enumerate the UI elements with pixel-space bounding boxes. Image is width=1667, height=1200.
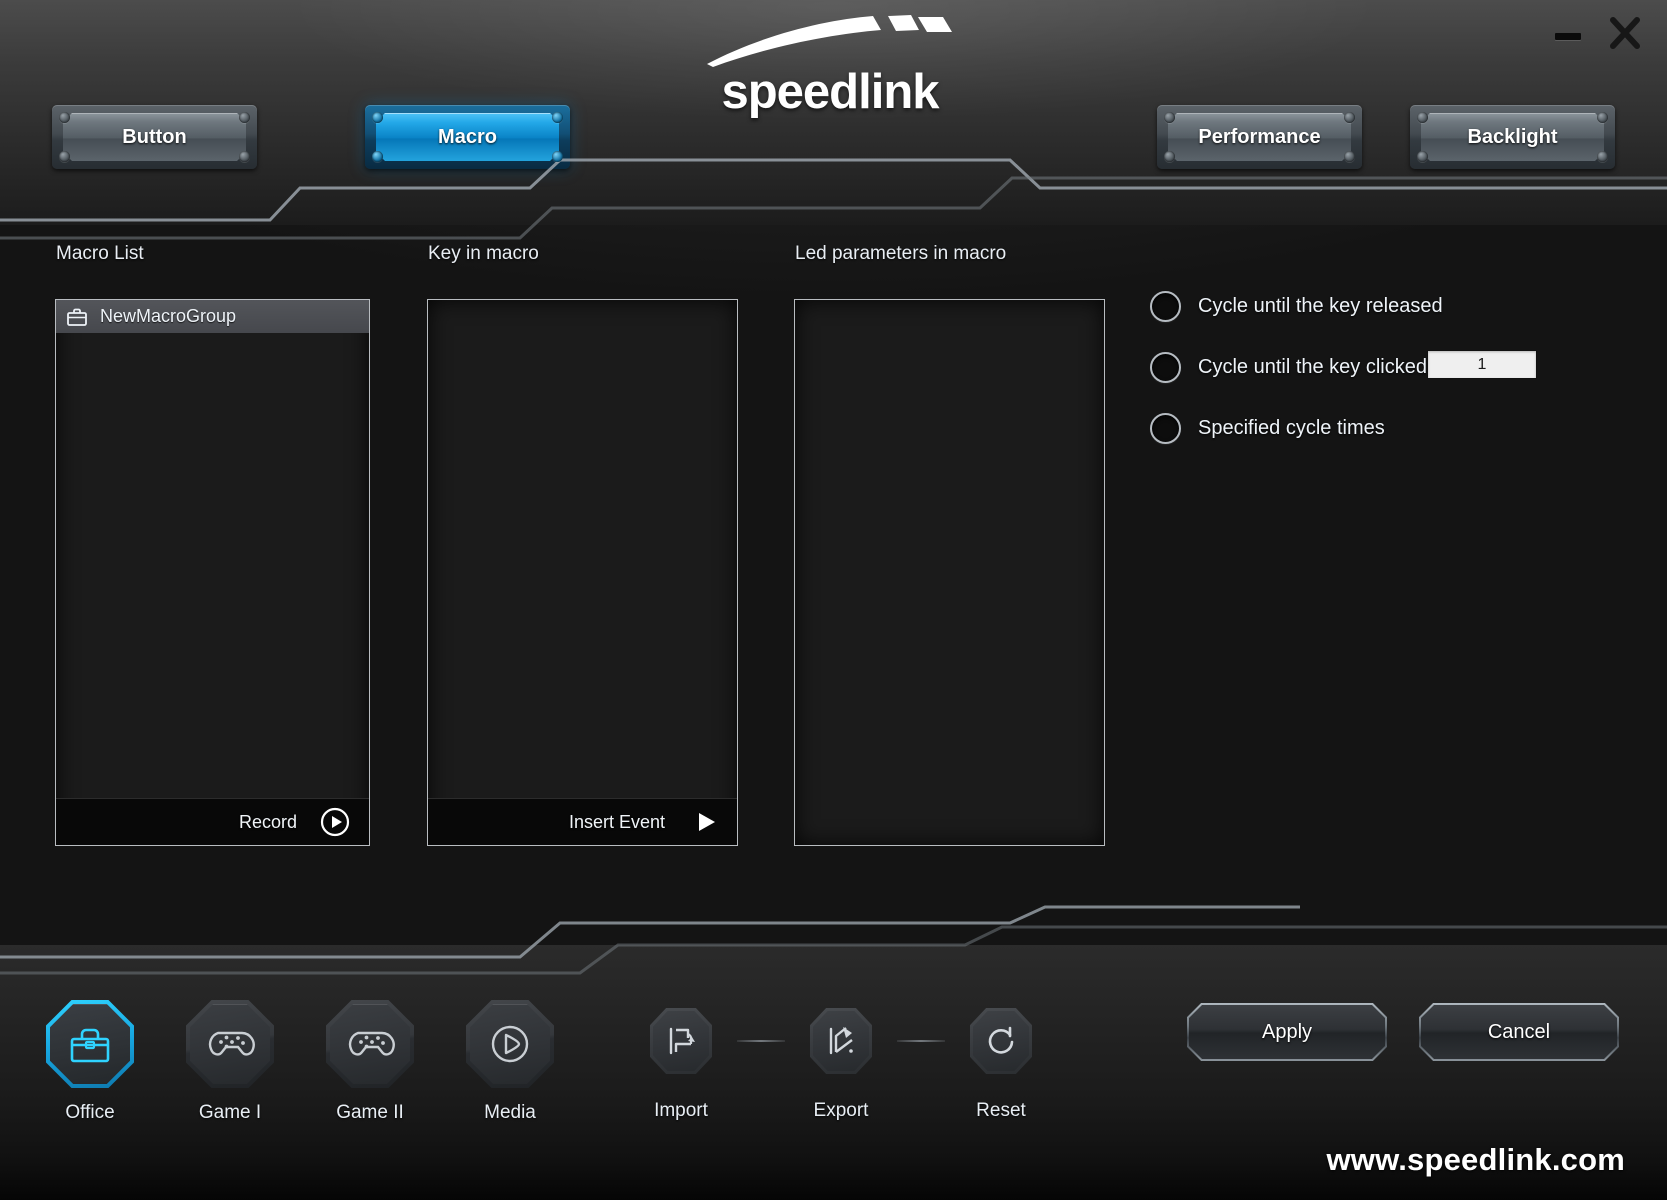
tab-backlight[interactable]: Backlight xyxy=(1410,105,1615,169)
screw-icon xyxy=(1344,112,1355,123)
screw-icon xyxy=(1417,112,1428,123)
tool-label: Reset xyxy=(976,1100,1026,1121)
radio-indicator xyxy=(1150,290,1181,322)
speedlink-logo: speedlink xyxy=(660,14,1000,134)
tool-hexagon xyxy=(810,1008,872,1074)
tool-reset[interactable]: Reset xyxy=(945,1008,1057,1122)
tool-export[interactable]: Export xyxy=(785,1008,897,1122)
logo-wordmark: speedlink xyxy=(721,65,939,119)
macro-list-box[interactable]: NewMacroGroup Record xyxy=(55,299,370,846)
profile-label: Game II xyxy=(336,1102,404,1123)
screw-icon xyxy=(1417,151,1428,162)
tool-hexagon xyxy=(970,1008,1032,1074)
profile-octagon xyxy=(326,1000,414,1088)
cycle-times-input[interactable]: 1 xyxy=(1427,350,1537,379)
close-icon[interactable] xyxy=(1605,12,1645,54)
screw-icon xyxy=(239,112,250,123)
list-item-label: NewMacroGroup xyxy=(100,306,237,326)
tab-performance[interactable]: Performance xyxy=(1157,105,1362,169)
screw-icon xyxy=(372,112,383,123)
tool-connector-line xyxy=(737,1040,785,1042)
import-icon xyxy=(669,1027,695,1055)
record-button[interactable]: Record xyxy=(56,798,369,845)
screw-icon xyxy=(552,151,563,162)
tool-label: Export xyxy=(813,1100,869,1121)
main-content: Macro List Key in macro Led parameters i… xyxy=(0,225,1667,905)
radio-label: Specified cycle times xyxy=(1198,416,1385,439)
primary-tabs-right: Performance Backlight xyxy=(1157,105,1615,169)
cycle-options-group: Cycle until the key released Cycle until… xyxy=(1150,289,1620,472)
profile-game-2[interactable]: Game II xyxy=(322,1000,418,1124)
minimize-icon[interactable] xyxy=(1553,19,1583,47)
speedlink-config-window: speedlink Button Macro Performance Backl… xyxy=(0,0,1667,1200)
screw-icon xyxy=(59,112,70,123)
profile-media[interactable]: Media xyxy=(462,1000,558,1124)
tab-macro[interactable]: Macro xyxy=(365,105,570,169)
radio-specified-cycle-times[interactable]: Specified cycle times xyxy=(1150,411,1620,445)
logo-swoosh-icon xyxy=(707,15,952,67)
key-in-macro-title: Key in macro xyxy=(428,243,539,264)
key-in-macro-box[interactable]: Insert Event xyxy=(427,299,738,846)
radio-indicator xyxy=(1150,351,1181,383)
screw-icon xyxy=(1597,151,1608,162)
window-controls xyxy=(1553,12,1645,54)
screw-icon xyxy=(1164,112,1175,123)
tool-hexagon xyxy=(650,1008,712,1074)
tab-label: Macro xyxy=(438,125,497,148)
apply-button[interactable]: Apply xyxy=(1187,1003,1387,1061)
profile-selector: Office Game I Game II Media xyxy=(42,1000,558,1124)
radio-cycle-until-clicked[interactable]: Cycle until the key clicked again xyxy=(1150,350,1620,384)
cancel-button[interactable]: Cancel xyxy=(1419,1003,1619,1061)
app-header: speedlink Button Macro Performance Backl… xyxy=(0,0,1667,240)
macro-list-title: Macro List xyxy=(56,243,144,264)
tool-connector-line xyxy=(897,1040,945,1042)
briefcase-icon xyxy=(67,308,87,326)
gamepad-icon xyxy=(208,1031,255,1056)
app-footer: Office Game I Game II Media Import Expor… xyxy=(0,905,1667,1200)
tools-group: Import Export Reset xyxy=(625,1008,1057,1122)
play-triangle-icon xyxy=(699,813,715,831)
cancel-label: Cancel xyxy=(1487,1020,1551,1043)
led-parameters-title: Led parameters in macro xyxy=(795,243,1007,264)
insert-event-button[interactable]: Insert Event xyxy=(428,798,737,845)
tool-import[interactable]: Import xyxy=(625,1008,737,1122)
record-label: Record xyxy=(238,811,297,832)
record-play-circle-icon xyxy=(320,807,350,837)
profile-game-1[interactable]: Game I xyxy=(182,1000,278,1124)
led-parameters-box[interactable] xyxy=(794,299,1105,846)
profile-label: Media xyxy=(484,1102,536,1123)
action-buttons: Apply Cancel xyxy=(1187,1003,1619,1061)
profile-label: Office xyxy=(65,1102,115,1123)
screw-icon xyxy=(1597,112,1608,123)
profile-octagon xyxy=(186,1000,274,1088)
tab-button[interactable]: Button xyxy=(52,105,257,169)
profile-octagon xyxy=(466,1000,554,1088)
apply-label: Apply xyxy=(1261,1020,1313,1043)
website-url: www.speedlink.com xyxy=(1326,1142,1625,1177)
gamepad-icon xyxy=(348,1031,395,1056)
profile-octagon xyxy=(46,1000,134,1088)
screw-icon xyxy=(552,112,563,123)
radio-label: Cycle until the key released xyxy=(1198,294,1443,317)
briefcase-icon xyxy=(70,1028,110,1063)
export-icon xyxy=(829,1027,853,1055)
screw-icon xyxy=(59,151,70,162)
tool-label: Import xyxy=(654,1100,708,1121)
reset-icon xyxy=(988,1026,1014,1054)
radio-indicator xyxy=(1150,412,1181,444)
tab-label: Backlight xyxy=(1467,125,1558,148)
screw-icon xyxy=(239,151,250,162)
profile-office[interactable]: Office xyxy=(42,1000,138,1124)
list-item[interactable]: NewMacroGroup xyxy=(56,300,369,333)
tab-label: Performance xyxy=(1198,125,1321,148)
radio-cycle-until-released[interactable]: Cycle until the key released xyxy=(1150,289,1620,323)
screw-icon xyxy=(1164,151,1175,162)
play-circle-icon xyxy=(491,1025,529,1063)
primary-tabs-left: Button Macro xyxy=(52,105,570,169)
profile-label: Game I xyxy=(198,1102,262,1123)
insert-event-label: Insert Event xyxy=(568,811,665,832)
screw-icon xyxy=(1344,151,1355,162)
screw-icon xyxy=(372,151,383,162)
tab-label: Button xyxy=(122,125,187,148)
